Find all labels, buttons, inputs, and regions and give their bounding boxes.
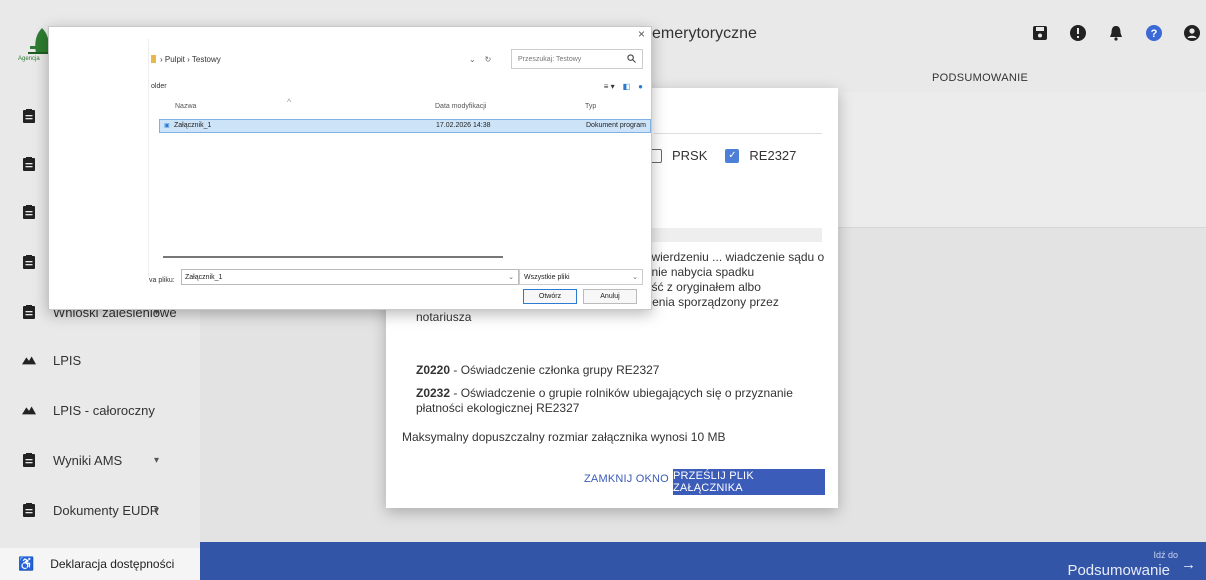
accessibility-label: Deklaracja dostępności xyxy=(50,557,175,571)
send-attachment-button[interactable]: PRZEŚLIJ PLIK ZAŁĄCZNIKA xyxy=(673,469,825,495)
file-type: Dokument program xyxy=(586,122,646,129)
sidebar-item-label: LPIS - całoroczny xyxy=(53,402,155,418)
search-placeholder: Przeszukaj: Testowy xyxy=(518,55,582,63)
new-folder-button[interactable]: older xyxy=(151,83,167,90)
alert-icon[interactable] xyxy=(1064,22,1092,44)
column-date[interactable]: Data modyfikacji xyxy=(435,103,486,110)
folder-icon xyxy=(151,55,156,63)
logo-text: Agencja xyxy=(18,56,40,62)
accessibility-declaration-link[interactable]: ♿ Deklaracja dostępności xyxy=(0,548,200,580)
goto-label: Idź do xyxy=(1153,550,1178,560)
arrow-right-icon[interactable]: → xyxy=(1181,556,1196,573)
document-icon: ▣ xyxy=(164,123,170,129)
close-icon[interactable]: × xyxy=(638,27,645,41)
clipboard-icon xyxy=(22,205,36,219)
search-input[interactable]: Przeszukaj: Testowy xyxy=(511,49,643,69)
sidebar-item-lpis-caloroczny[interactable]: LPIS - całoroczny xyxy=(0,390,200,430)
program-checkboxes: PRSK ✓ RE2327 xyxy=(648,148,814,163)
goto-summary-label: Podsumowanie xyxy=(1067,562,1170,579)
attachment-item: Z0220 - Oświadczenie członka grupy RE232… xyxy=(416,363,826,378)
svg-text:?: ? xyxy=(1151,28,1158,40)
clipboard-icon xyxy=(22,305,36,319)
horizontal-scrollbar[interactable] xyxy=(163,256,643,260)
sidebar-item-label: LPIS xyxy=(53,352,82,368)
filename-value: Załącznik_1 xyxy=(185,273,223,281)
sort-up-icon: ^ xyxy=(287,97,292,107)
attachment-text: - Oświadczenie członka grupy RE2327 xyxy=(450,363,660,377)
user-icon[interactable] xyxy=(1178,22,1206,44)
section-header-strip xyxy=(648,228,822,242)
breadcrumb[interactable]: › Pulpit › Testowy xyxy=(151,49,507,69)
search-icon xyxy=(627,54,636,65)
attachment-code: Z0220 xyxy=(416,363,451,377)
preview-pane-icon[interactable]: ◧ xyxy=(623,82,631,91)
page-title: emerytoryczne xyxy=(652,25,757,42)
clipboard-icon xyxy=(22,255,36,269)
sidebar-item-dokumenty-eudr[interactable]: Dokumenty EUDR ▾ xyxy=(0,490,200,530)
help-icon[interactable]: ● xyxy=(638,82,643,91)
map-icon xyxy=(22,353,36,367)
dialog-toolbar: older ≡ ▾ ◧ ● xyxy=(149,79,651,95)
file-row-selected[interactable]: ▣ Załącznik_1 17.02.2026 14:38 Dokument … xyxy=(159,119,651,133)
file-name: Załącznik_1 xyxy=(174,122,212,129)
divider xyxy=(654,133,822,134)
clipboard-icon xyxy=(22,157,36,171)
accessibility-icon: ♿ xyxy=(18,556,35,571)
checkbox-re2327[interactable]: ✓ xyxy=(725,148,740,163)
filename-input[interactable]: Załącznik_1 ⌄ xyxy=(181,269,519,285)
clipboard-icon xyxy=(22,109,36,123)
file-list-header: Nazwa ^ Data modyfikacji Typ xyxy=(149,97,651,117)
view-controls: ≡ ▾ ◧ ● xyxy=(596,82,643,91)
map-icon xyxy=(22,403,36,417)
open-button[interactable]: Otwórz xyxy=(523,289,577,304)
attachment-item: Z0232 - Oświadczenie o grupie rolników u… xyxy=(416,386,826,416)
sidebar-item-label: Wyniki AMS xyxy=(53,452,123,468)
chevron-down-icon: ⌄ xyxy=(632,274,638,281)
chevron-down-icon[interactable]: ⌄ xyxy=(508,273,514,281)
refresh-icon[interactable]: ⌄ ↻ xyxy=(469,55,491,64)
column-type[interactable]: Typ xyxy=(585,103,596,110)
file-date: 17.02.2026 14:38 xyxy=(436,122,491,129)
sidebar-item-label: Dokumenty EUDR xyxy=(53,502,160,518)
file-open-dialog: × › Pulpit › Testowy ⌄ ↻ Przeszukaj: Tes… xyxy=(48,26,652,310)
sidebar-item-lpis[interactable]: LPIS xyxy=(0,340,200,380)
max-size-notice: Maksymalny dopuszczalny rozmiar załączni… xyxy=(402,430,726,444)
close-window-button[interactable]: ZAMKNIJ OKNO xyxy=(584,473,669,485)
column-name[interactable]: Nazwa xyxy=(175,103,196,110)
filename-label: va pliku: xyxy=(149,277,175,284)
attachment-text: - Oświadczenie o grupie rolników ubiegaj… xyxy=(416,386,793,415)
help-icon[interactable]: ? xyxy=(1140,22,1168,44)
checkbox-label-prsk: PRSK xyxy=(672,148,708,163)
filetype-value: Wszystkie pliki xyxy=(524,273,570,281)
bell-icon[interactable] xyxy=(1102,22,1130,44)
chevron-down-icon: ▾ xyxy=(154,504,160,516)
scrollbar-thumb[interactable] xyxy=(163,256,503,258)
chevron-down-icon: ▾ xyxy=(154,454,160,466)
cancel-button[interactable]: Anuluj xyxy=(583,289,637,304)
navigation-pane[interactable] xyxy=(49,39,149,277)
attachment-code: Z0232 xyxy=(416,386,451,400)
tab-podsumowanie[interactable]: PODSUMOWANIE xyxy=(932,72,1028,84)
breadcrumb-path: › Pulpit › Testowy xyxy=(160,54,221,64)
header-icons: ? xyxy=(1016,22,1206,44)
clipboard-icon xyxy=(22,453,36,467)
checkbox-label-re2327: RE2327 xyxy=(749,148,797,163)
sidebar-item-wyniki-ams[interactable]: Wyniki AMS ▾ xyxy=(0,440,200,480)
save-icon[interactable] xyxy=(1026,22,1054,44)
view-menu-icon[interactable]: ≡ ▾ xyxy=(604,82,615,91)
filetype-select[interactable]: Wszystkie pliki ⌄ xyxy=(519,269,643,285)
clipboard-icon xyxy=(22,503,36,517)
bottom-navigation-bar[interactable]: Idź do Podsumowanie → xyxy=(200,542,1206,580)
